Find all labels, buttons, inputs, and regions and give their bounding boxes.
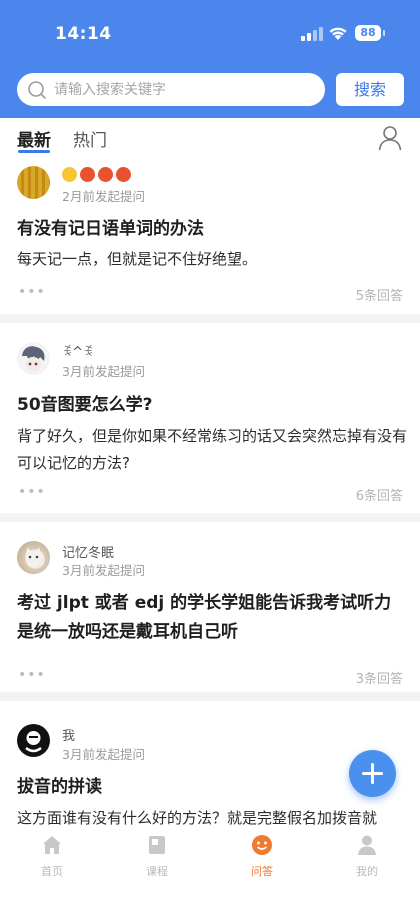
user-icon[interactable] <box>378 125 402 151</box>
question-card[interactable]: 记忆冬眠 3月前发起提问 考过 jlpt 或者 edj 的学长学姐能告诉我考试听… <box>0 522 420 692</box>
profile-icon <box>358 835 376 855</box>
nav-courses[interactable]: 课程 <box>122 834 192 879</box>
question-body: 背了好久，但是你如果不经常练习的话又会突然忘掉有没有可以记忆的方法? <box>17 427 408 472</box>
anime-avatar-icon <box>22 346 45 371</box>
answer-count[interactable]: 6条回答 <box>356 485 403 504</box>
nav-label: 我的 <box>356 865 378 878</box>
tab-bar: 最新 热门 <box>0 118 420 158</box>
username[interactable]: ꉂ^ꉂ <box>62 343 93 360</box>
ask-question-button[interactable] <box>349 750 396 797</box>
wifi-icon <box>329 27 347 40</box>
signal-icon <box>301 27 323 41</box>
more-icon[interactable]: ••• <box>18 484 46 500</box>
avatar[interactable] <box>17 541 50 574</box>
answer-count[interactable]: 5条回答 <box>356 285 403 304</box>
post-time: 3月前发起提问 <box>62 747 145 762</box>
tab-active-indicator <box>18 150 50 153</box>
status-bar: 14:14 88 <box>0 0 420 66</box>
username[interactable]: 我 <box>62 725 75 744</box>
angry-emoji-icon <box>98 167 113 182</box>
app-root: 14:14 88 搜索 最新 热门 <box>0 0 420 913</box>
username-emoji <box>62 167 134 183</box>
nav-mine[interactable]: 我的 <box>332 834 402 879</box>
question-title[interactable]: 有没有记日语单词的办法 <box>17 215 407 244</box>
post-time: 3月前发起提问 <box>62 563 145 578</box>
thinking-emoji-icon <box>62 167 77 182</box>
tab-hot[interactable]: 热门 <box>73 126 107 151</box>
search-box[interactable] <box>17 73 325 106</box>
search-icon <box>28 81 46 99</box>
nav-label: 首页 <box>41 865 63 878</box>
angry-emoji-icon <box>80 167 95 182</box>
battery-indicator: 88 <box>355 25 385 41</box>
nav-qa[interactable]: 问答 <box>227 834 297 879</box>
header: 14:14 88 搜索 <box>0 0 420 118</box>
search-button[interactable]: 搜索 <box>336 73 404 106</box>
status-time: 14:14 <box>55 24 112 44</box>
angry-emoji-icon <box>116 167 131 182</box>
avatar[interactable] <box>17 166 50 199</box>
username[interactable]: 记忆冬眠 <box>62 542 114 561</box>
question-card[interactable]: 2月前发起提问 有没有记日语单词的办法 每天记一点，但就是记不住好绝望。 •••… <box>0 158 420 314</box>
cat-avatar-icon <box>25 547 42 567</box>
post-time: 3月前发起提问 <box>62 364 145 379</box>
question-title[interactable]: 50音图要怎么学? <box>17 391 407 420</box>
tab-latest[interactable]: 最新 <box>17 126 51 151</box>
character-avatar-icon <box>25 731 42 753</box>
question-body: 每天记一点，但就是记不住好绝望。 <box>17 250 258 268</box>
nav-label: 课程 <box>146 865 168 878</box>
question-card[interactable]: ꉂ^ꉂ 3月前发起提问 50音图要怎么学? 背了好久，但是你如果不经常练习的话又… <box>0 323 420 513</box>
nav-home[interactable]: 首页 <box>17 834 87 879</box>
nav-label: 问答 <box>251 865 273 878</box>
qa-icon <box>252 835 272 855</box>
more-icon[interactable]: ••• <box>18 667 46 683</box>
answer-count[interactable]: 3条回答 <box>356 668 403 687</box>
search-input[interactable] <box>54 73 314 106</box>
question-title[interactable]: 考过 jlpt 或者 edj 的学长学姐能告诉我考试听力是统一放吗还是戴耳机自己… <box>17 589 407 647</box>
avatar[interactable] <box>17 342 50 375</box>
avatar[interactable] <box>17 724 50 757</box>
home-icon <box>43 836 61 854</box>
more-icon[interactable]: ••• <box>18 284 46 300</box>
book-icon <box>149 836 165 854</box>
bottom-nav: 首页 课程 问答 我的 <box>0 828 420 913</box>
post-time: 2月前发起提问 <box>62 189 145 204</box>
